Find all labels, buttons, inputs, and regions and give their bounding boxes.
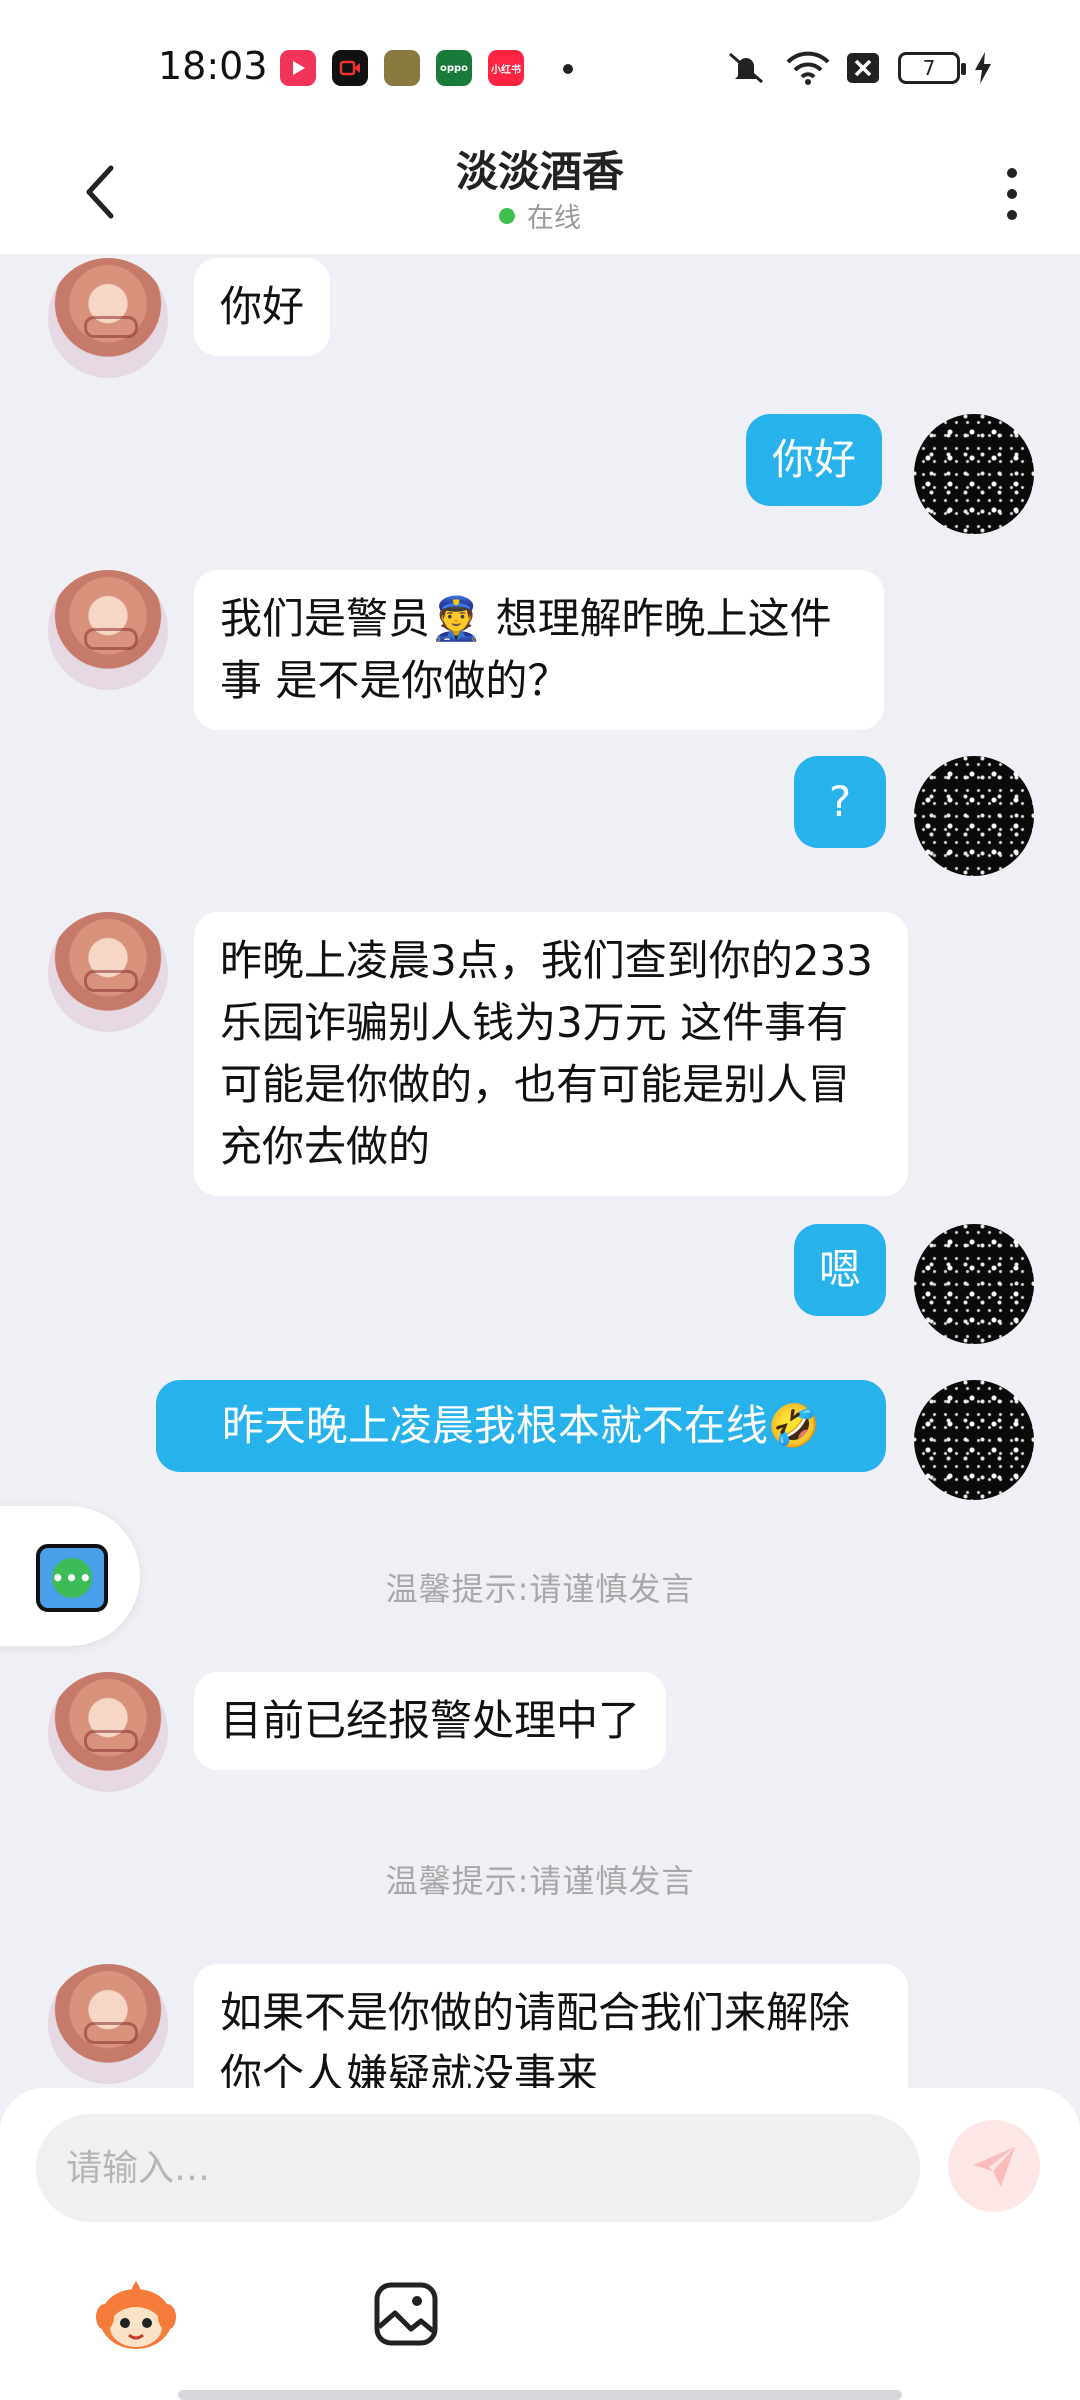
message-bubble-incoming[interactable]: 你好 (194, 258, 331, 356)
status-bar: 18:03 oppo 小红书 7 (0, 0, 1080, 130)
send-icon (973, 2147, 1015, 2187)
image-icon (374, 2282, 438, 2346)
online-dot (499, 207, 515, 224)
charging-icon (970, 50, 996, 86)
my-avatar[interactable] (914, 1380, 1034, 1500)
clock: 18:03 (158, 44, 268, 88)
game-app-icon (384, 50, 420, 86)
contact-avatar[interactable] (48, 570, 168, 690)
oppo-app-label: oppo (439, 62, 469, 74)
contact-avatar[interactable] (48, 1964, 168, 2084)
message-bubble-incoming[interactable]: 如果不是你做的请配合我们来解除你个人嫌疑就没事来 (194, 1964, 908, 2090)
xiaohongshu-app-icon: 小红书 (488, 50, 524, 86)
send-button[interactable] (948, 2120, 1040, 2212)
video-app-icon (280, 50, 316, 86)
online-status: 在线 (0, 196, 1080, 235)
message-input[interactable] (36, 2114, 920, 2222)
message-bubble-incoming[interactable]: 我们是警员👮 想理解昨晚上这件事 是不是你做的？ (194, 570, 884, 730)
contact-avatar[interactable] (48, 258, 168, 378)
more-dot-icon (1007, 189, 1017, 199)
online-status-label: 在线 (527, 203, 581, 234)
xiaohongshu-app-label: 小红书 (491, 64, 521, 76)
more-dot-icon (1007, 210, 1017, 220)
more-dot-icon (1007, 168, 1017, 178)
more-notifications-dot (563, 64, 573, 74)
message-list[interactable]: 你好 你好 我们是警员👮 想理解昨晚上这件事 是不是你做的？ ? 昨晚上凌晨3点… (0, 254, 1080, 2090)
message-bubble-incoming[interactable]: 昨晚上凌晨3点，我们查到你的233乐园诈骗别人钱为3万元 这件事有可能是你做的，… (194, 912, 908, 1196)
input-panel (0, 2088, 1080, 2400)
message-bubble-outgoing[interactable]: ? (794, 756, 886, 848)
mute-icon (724, 50, 768, 86)
more-menu-button[interactable] (992, 154, 1032, 234)
image-button[interactable] (366, 2274, 446, 2354)
chat-bubble-icon: ••• (51, 1558, 92, 1598)
gesture-bar (178, 2390, 902, 2400)
sticker-button[interactable] (90, 2268, 182, 2360)
mascot-sticker-icon (96, 2281, 176, 2349)
message-bubble-outgoing[interactable]: 昨天晚上凌晨我根本就不在线🤣 (156, 1380, 886, 1472)
my-avatar[interactable] (914, 414, 1034, 534)
recorder-app-icon (332, 50, 368, 86)
safety-hint: 温馨提示:请谨慎发言 (385, 1570, 695, 1608)
my-avatar[interactable] (914, 756, 1034, 876)
contact-avatar[interactable] (48, 912, 168, 1032)
sim-error-icon (844, 50, 882, 86)
chat-title: 淡淡酒香 (455, 147, 624, 196)
my-avatar[interactable] (914, 1224, 1034, 1344)
battery-icon: 7 (898, 52, 966, 84)
safety-hint: 温馨提示:请谨慎发言 (385, 1862, 695, 1900)
floating-chat-button[interactable]: ••• (36, 1544, 108, 1612)
message-bubble-outgoing[interactable]: 你好 (746, 414, 883, 506)
chat-header: 淡淡酒香 在线 (0, 130, 1080, 254)
contact-avatar[interactable] (48, 1672, 168, 1792)
oppo-app-icon: oppo (436, 50, 472, 86)
message-bubble-outgoing[interactable]: 嗯 (794, 1224, 886, 1316)
message-bubble-incoming[interactable]: 目前已经报警处理中了 (194, 1672, 667, 1770)
wifi-icon (784, 50, 832, 86)
